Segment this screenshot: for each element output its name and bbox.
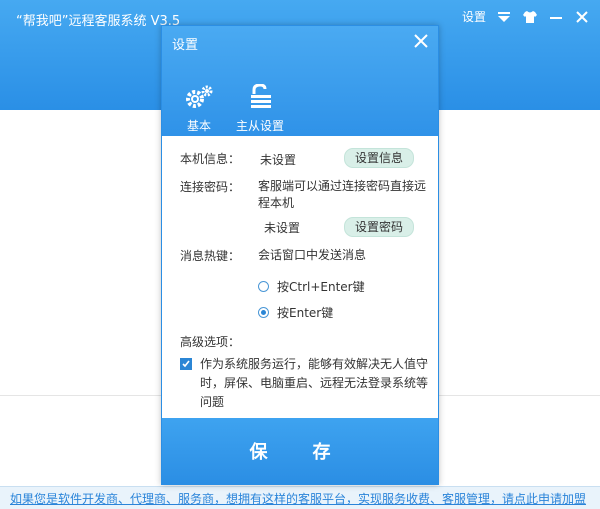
connect-password-label: 连接密码： [180, 180, 241, 194]
radio-enter[interactable]: 按Enter键 [258, 304, 333, 321]
radio-ctrl-enter-button[interactable] [258, 281, 269, 292]
radio-ctrl-enter-label: 按Ctrl+Enter键 [277, 280, 365, 294]
set-info-button[interactable]: 设置信息 [344, 148, 415, 168]
dialog-title: 设置 [172, 38, 199, 53]
set-password-button[interactable]: 设置密码 [344, 217, 415, 237]
join-link[interactable]: 如果您是软件开发商、代理商、服务商，想拥有这样的客服平台，实现服务收费、客服管理… [10, 490, 586, 507]
settings-link[interactable]: 设置 [462, 8, 486, 25]
radio-enter-label: 按Enter键 [277, 306, 334, 320]
machine-info-label: 本机信息： [180, 152, 241, 166]
connect-password-description: 客服端可以通过连接密码直接远程本机 [258, 179, 427, 210]
service-option-label: 作为系统服务运行，能够有效解决无人值守时，屏保、电脑重启、远程无法登录系统等问题 [200, 357, 429, 409]
radio-enter-button[interactable] [258, 307, 269, 318]
hotkey-label: 消息热键： [180, 249, 241, 263]
tab-basic-label: 基本 [186, 119, 211, 133]
skin-shirt-icon[interactable] [522, 9, 538, 25]
service-checkbox[interactable] [180, 358, 192, 370]
connect-password-value: 未设置 [264, 221, 301, 235]
dialog-close-icon[interactable] [412, 32, 430, 50]
dialog-header: 设置 基本 主从设置 [162, 26, 438, 136]
bottom-bar: 如果您是软件开发商、代理商、服务商，想拥有这样的客服平台，实现服务收费、客服管理… [0, 486, 600, 509]
machine-info-value: 未设置 [260, 153, 297, 167]
menu-down-icon[interactable] [496, 9, 512, 25]
settings-dialog: 设置 基本 主从设置 本机信息： 未设置 设置信息 连接密码： 客服端可以通过连… [161, 25, 439, 485]
tab-master-slave-label: 主从设置 [235, 119, 284, 133]
minimize-icon[interactable] [548, 9, 564, 25]
hotkey-description: 会话窗口中发送消息 [258, 248, 367, 262]
service-option[interactable]: 作为系统服务运行，能够有效解决无人值守时，屏保、电脑重启、远程无法登录系统等问题 [180, 355, 428, 412]
main-title: “帮我吧”远程客服系统 V3.5 [16, 14, 181, 29]
window-controls: 设置 [462, 8, 590, 25]
tab-basic[interactable]: 基本 [176, 84, 222, 134]
save-button[interactable]: 保 存 [162, 418, 438, 484]
tab-master-slave[interactable]: 主从设置 [228, 83, 292, 134]
radio-ctrl-enter[interactable]: 按Ctrl+Enter键 [258, 278, 365, 295]
advanced-label: 高级选项： [180, 335, 241, 349]
unlock-icon [228, 83, 292, 113]
close-icon[interactable] [574, 9, 590, 25]
gears-icon [176, 84, 222, 113]
